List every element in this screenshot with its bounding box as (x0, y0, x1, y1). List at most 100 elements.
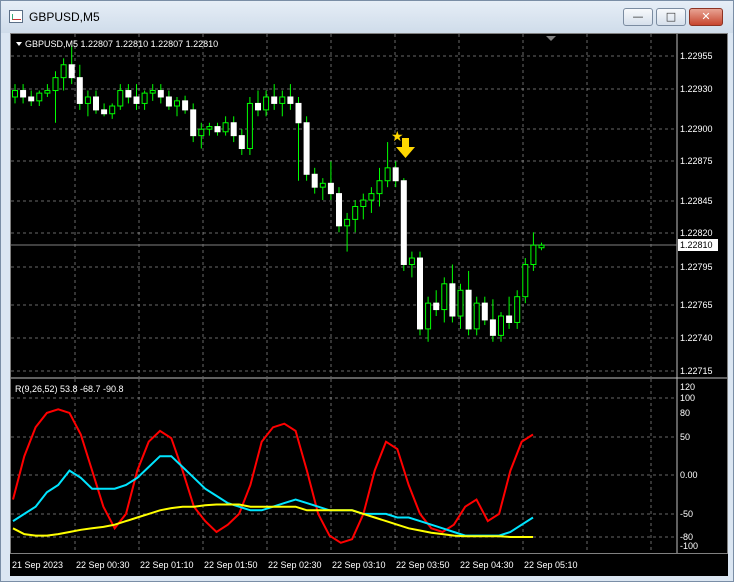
candle[interactable] (417, 251, 423, 336)
candle[interactable] (68, 45, 75, 85)
candle[interactable] (433, 290, 440, 317)
time-tick: 22 Sep 03:50 (396, 560, 450, 570)
title-bar[interactable]: GBPUSD,M5 — □ ✕ (1, 1, 733, 33)
indicator-tick: -50 (680, 509, 693, 519)
candle[interactable] (344, 212, 351, 252)
candle[interactable] (530, 232, 537, 271)
candle[interactable] (125, 84, 132, 104)
candle[interactable] (538, 242, 545, 251)
candle[interactable] (230, 116, 237, 143)
candle[interactable] (263, 90, 270, 117)
time-tick: 22 Sep 04:30 (460, 560, 514, 570)
indicator-tick: 120 (680, 382, 695, 392)
main-grid (11, 34, 677, 377)
candle[interactable] (190, 103, 197, 143)
candle[interactable] (52, 71, 59, 123)
candle[interactable] (514, 290, 521, 329)
candle[interactable] (279, 90, 286, 117)
candle[interactable] (165, 90, 172, 110)
candle[interactable] (109, 103, 116, 119)
candle[interactable] (101, 103, 108, 117)
candle[interactable] (271, 84, 278, 110)
time-tick: 21 Sep 2023 (12, 560, 63, 570)
chart-shift-marker-icon[interactable] (546, 36, 556, 41)
candles[interactable] (12, 45, 545, 342)
candle[interactable] (133, 84, 140, 110)
candle[interactable] (174, 96, 180, 117)
time-tick: 22 Sep 05:10 (524, 560, 578, 570)
candle[interactable] (117, 84, 124, 110)
price-tick: 1.22795 (680, 262, 713, 272)
time-tick: 22 Sep 03:10 (332, 560, 386, 570)
candle[interactable] (327, 161, 334, 201)
time-axis[interactable]: 21 Sep 2023 22 Sep 00:30 22 Sep 01:10 22… (10, 554, 728, 576)
candle[interactable] (352, 200, 359, 233)
candle[interactable] (303, 116, 310, 181)
price-chart-svg[interactable]: 1.22955 1.22930 1.22900 1.22875 1.22845 … (11, 34, 727, 553)
candle[interactable] (222, 116, 229, 136)
candle[interactable] (287, 84, 294, 110)
candle[interactable] (319, 178, 326, 201)
indicator-scale[interactable]: 120 100 80 50 0.00 -50 -80 -100 (680, 382, 698, 551)
candle[interactable] (506, 296, 513, 329)
price-tick: 1.22930 (680, 84, 713, 94)
candle[interactable] (20, 84, 27, 104)
indicator-lines (12, 408, 534, 544)
time-tick: 22 Sep 01:50 (204, 560, 258, 570)
time-tick: 22 Sep 01:10 (140, 560, 194, 570)
maximize-button[interactable]: □ (656, 8, 686, 26)
candle[interactable] (408, 251, 415, 278)
candle[interactable] (149, 84, 156, 101)
candle[interactable] (206, 122, 213, 136)
chart-menu-triangle-icon[interactable] (16, 42, 22, 46)
candle[interactable] (336, 187, 342, 233)
candle[interactable] (182, 95, 189, 114)
candle[interactable] (84, 90, 91, 117)
candle[interactable] (311, 167, 318, 194)
price-tick: 1.22875 (680, 156, 713, 166)
price-tick: 1.22845 (680, 196, 713, 206)
candle[interactable] (157, 84, 164, 104)
candle[interactable] (392, 161, 399, 188)
candle[interactable] (449, 264, 456, 323)
candle[interactable] (60, 58, 67, 91)
star-icon[interactable]: ★ (391, 128, 404, 144)
candle[interactable] (465, 270, 472, 336)
candle[interactable] (489, 299, 496, 342)
candle[interactable] (441, 277, 448, 323)
candle[interactable] (141, 90, 148, 110)
minimize-button[interactable]: — (623, 8, 653, 26)
indicator-tick: 100 (680, 393, 695, 403)
candle[interactable] (12, 84, 18, 104)
price-tick: 1.22765 (680, 300, 713, 310)
candle[interactable] (481, 296, 488, 326)
candle[interactable] (28, 90, 35, 106)
price-scale[interactable]: 1.22955 1.22930 1.22900 1.22875 1.22845 … (680, 51, 713, 376)
indicator-line-fast (12, 408, 534, 544)
candle[interactable] (246, 96, 253, 155)
chart-window-icon (9, 10, 23, 23)
candle[interactable] (295, 96, 302, 181)
price-tick: 1.22740 (680, 333, 713, 343)
candle[interactable] (473, 296, 480, 336)
candle[interactable] (238, 129, 245, 155)
candle[interactable] (384, 142, 391, 188)
candle[interactable] (214, 122, 221, 136)
chart-area[interactable]: 1.22955 1.22930 1.22900 1.22875 1.22845 … (10, 33, 728, 554)
close-button[interactable]: ✕ (689, 8, 723, 26)
candle[interactable] (44, 84, 51, 97)
candle[interactable] (76, 64, 83, 110)
candle[interactable] (36, 90, 43, 106)
candle[interactable] (425, 296, 432, 342)
time-tick: 22 Sep 00:30 (76, 560, 130, 570)
candle[interactable] (360, 193, 367, 220)
indicator-tick: 0.00 (680, 470, 698, 480)
window-title: GBPUSD,M5 (29, 10, 100, 24)
candle[interactable] (522, 258, 529, 304)
candle[interactable] (498, 312, 504, 342)
candle[interactable] (255, 90, 261, 117)
candle[interactable] (400, 178, 407, 271)
candle[interactable] (93, 90, 99, 114)
price-tick: 1.22900 (680, 124, 713, 134)
candle[interactable] (368, 187, 375, 213)
